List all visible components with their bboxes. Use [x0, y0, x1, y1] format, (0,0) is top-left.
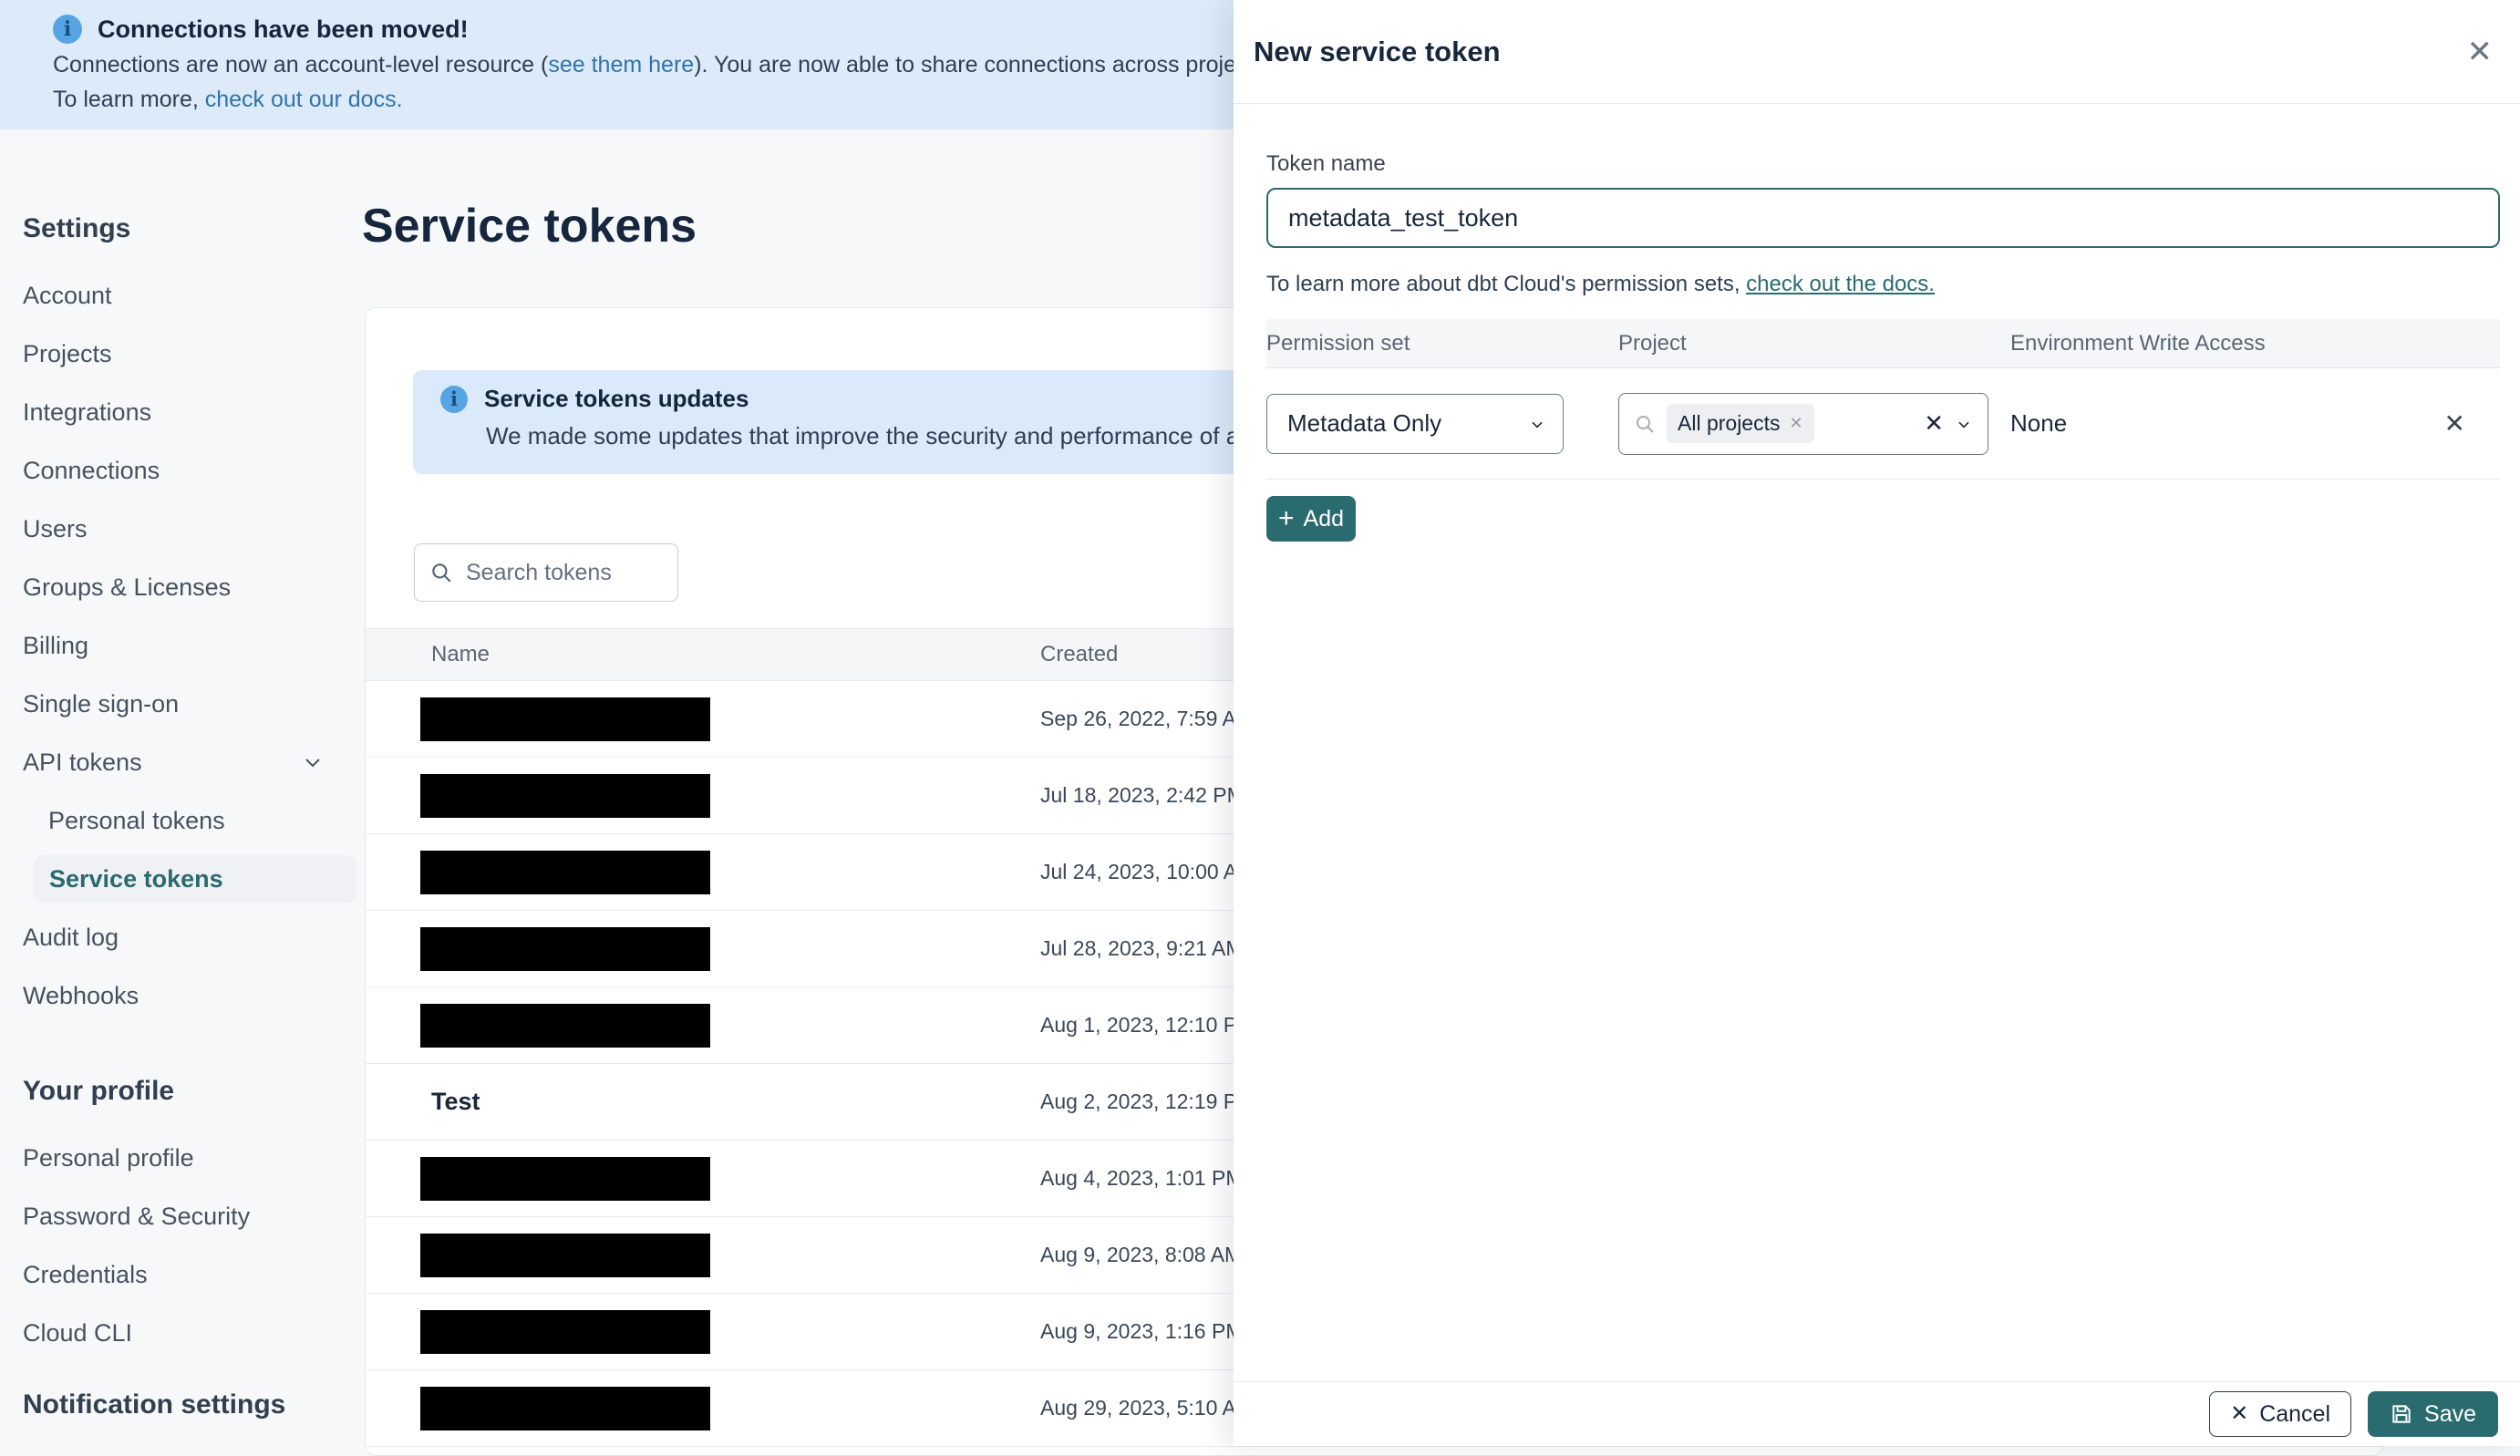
new-service-token-drawer: New service token ✕ Token name metadata_… [1234, 0, 2520, 1446]
token-name-value: metadata_test_token [1288, 203, 1519, 232]
project-multiselect[interactable]: All projects ✕ ✕ [1618, 392, 1988, 455]
see-them-here-link[interactable]: see them here [548, 52, 694, 77]
page-title: Service tokens [362, 200, 697, 253]
chevron-down-icon [1532, 421, 1543, 429]
sidebar-item-service-tokens[interactable]: Service tokens [34, 855, 356, 903]
token-name: Test [431, 1088, 480, 1115]
column-header-name: Name [431, 642, 491, 666]
permission-docs-note: To learn more about dbt Cloud's permissi… [1266, 272, 1935, 296]
close-icon[interactable]: ✕ [2467, 36, 2494, 67]
save-button[interactable]: Save [2368, 1391, 2498, 1437]
check-docs-link[interactable]: check out our docs. [205, 87, 403, 112]
add-permission-button[interactable]: + Add [1266, 496, 1356, 542]
drawer-title: New service token [1254, 35, 1501, 67]
sidebar-item-cloud-cli[interactable]: Cloud CLI [23, 1304, 356, 1362]
redacted-name-block [420, 1309, 710, 1354]
redacted-name-block [420, 1233, 710, 1277]
info-icon: i [53, 15, 82, 44]
redacted-name-block [420, 1386, 710, 1430]
sidebar-item-password-security[interactable]: Password & Security [23, 1187, 356, 1245]
token-created: Jul 28, 2023, 9:21 AM P [1040, 936, 1264, 960]
environment-write-access-value: None [2010, 409, 2068, 437]
permission-set-select[interactable]: Metadata Only [1266, 393, 1564, 454]
token-created: Jul 24, 2023, 10:00 AM [1040, 860, 1255, 883]
sidebar-item-single-sign-on[interactable]: Single sign-on [23, 675, 356, 733]
sidebar-item-connections[interactable]: Connections [23, 441, 356, 500]
settings-sidebar: Settings Account Projects Integrations C… [23, 129, 356, 1442]
redacted-name-block [420, 1003, 710, 1048]
sidebar-item-projects[interactable]: Projects [23, 325, 356, 383]
plus-icon: + [1277, 503, 1295, 533]
drawer-body: Token name metadata_test_token To learn … [1234, 104, 2520, 542]
info-icon: i [440, 385, 468, 413]
token-name-label: Token name [1266, 151, 1386, 176]
remove-row-icon[interactable]: ✕ [2444, 408, 2465, 439]
save-icon [2392, 1405, 2411, 1423]
search-icon [1637, 415, 1654, 433]
cancel-button[interactable]: ✕ Cancel [2209, 1391, 2352, 1437]
permissions-table-header: Permission set Project Environment Write… [1266, 319, 2500, 368]
sidebar-item-integrations[interactable]: Integrations [23, 383, 356, 441]
redacted-name-block [420, 773, 710, 818]
sidebar-item-personal-tokens[interactable]: Personal tokens [23, 791, 356, 850]
project-chip: All projects ✕ [1667, 404, 1814, 443]
notice-title: Service tokens updates [484, 385, 749, 412]
project-chip-label: All projects [1678, 411, 1781, 435]
banner-title: Connections have been moved! [98, 15, 469, 43]
sidebar-item-groups-licenses[interactable]: Groups & Licenses [23, 558, 356, 616]
permission-set-value: Metadata Only [1287, 409, 1442, 437]
column-header-permission-set: Permission set [1266, 330, 1410, 356]
sidebar-item-users[interactable]: Users [23, 500, 356, 558]
redacted-name-block [420, 697, 710, 741]
drawer-header: New service token ✕ [1234, 0, 2520, 104]
close-icon: ✕ [2230, 1401, 2249, 1426]
sidebar-item-billing[interactable]: Billing [23, 616, 356, 675]
chevron-down-icon [305, 759, 320, 768]
check-out-docs-link[interactable]: check out the docs. [1746, 272, 1935, 296]
redacted-name-block [420, 926, 710, 971]
column-header-env-write-access: Environment Write Access [2010, 330, 2266, 356]
column-header-created: Created [1040, 642, 1119, 666]
sidebar-item-credentials[interactable]: Credentials [23, 1245, 356, 1304]
sidebar-your-profile-header: Your profile [23, 1076, 175, 1106]
drawer-footer: ✕ Cancel Save [1234, 1381, 2520, 1446]
search-tokens-box[interactable] [414, 543, 678, 602]
sidebar-item-account[interactable]: Account [23, 266, 356, 325]
column-header-project: Project [1618, 330, 1687, 356]
token-created: Jul 18, 2023, 2:42 PM P [1040, 783, 1265, 807]
chip-remove-icon[interactable]: ✕ [1789, 414, 1802, 433]
sidebar-item-api-tokens[interactable]: API tokens [23, 733, 324, 791]
clear-selection-icon[interactable]: ✕ [1924, 409, 1944, 438]
redacted-name-block [420, 1156, 710, 1201]
sidebar-item-personal-profile[interactable]: Personal profile [23, 1129, 356, 1187]
sidebar-item-webhooks[interactable]: Webhooks [23, 966, 356, 1025]
search-input[interactable] [466, 559, 648, 586]
redacted-name-block [420, 850, 710, 894]
sidebar-notification-settings-header: Notification settings [23, 1389, 286, 1420]
permission-row: Metadata Only All projects ✕ ✕ None ✕ [1266, 368, 2500, 480]
chevron-down-icon [1958, 421, 1969, 429]
sidebar-item-audit-log[interactable]: Audit log [23, 908, 356, 966]
search-icon [432, 563, 451, 583]
sidebar-settings-header: Settings [23, 213, 131, 243]
token-name-input[interactable]: metadata_test_token [1266, 188, 2500, 248]
